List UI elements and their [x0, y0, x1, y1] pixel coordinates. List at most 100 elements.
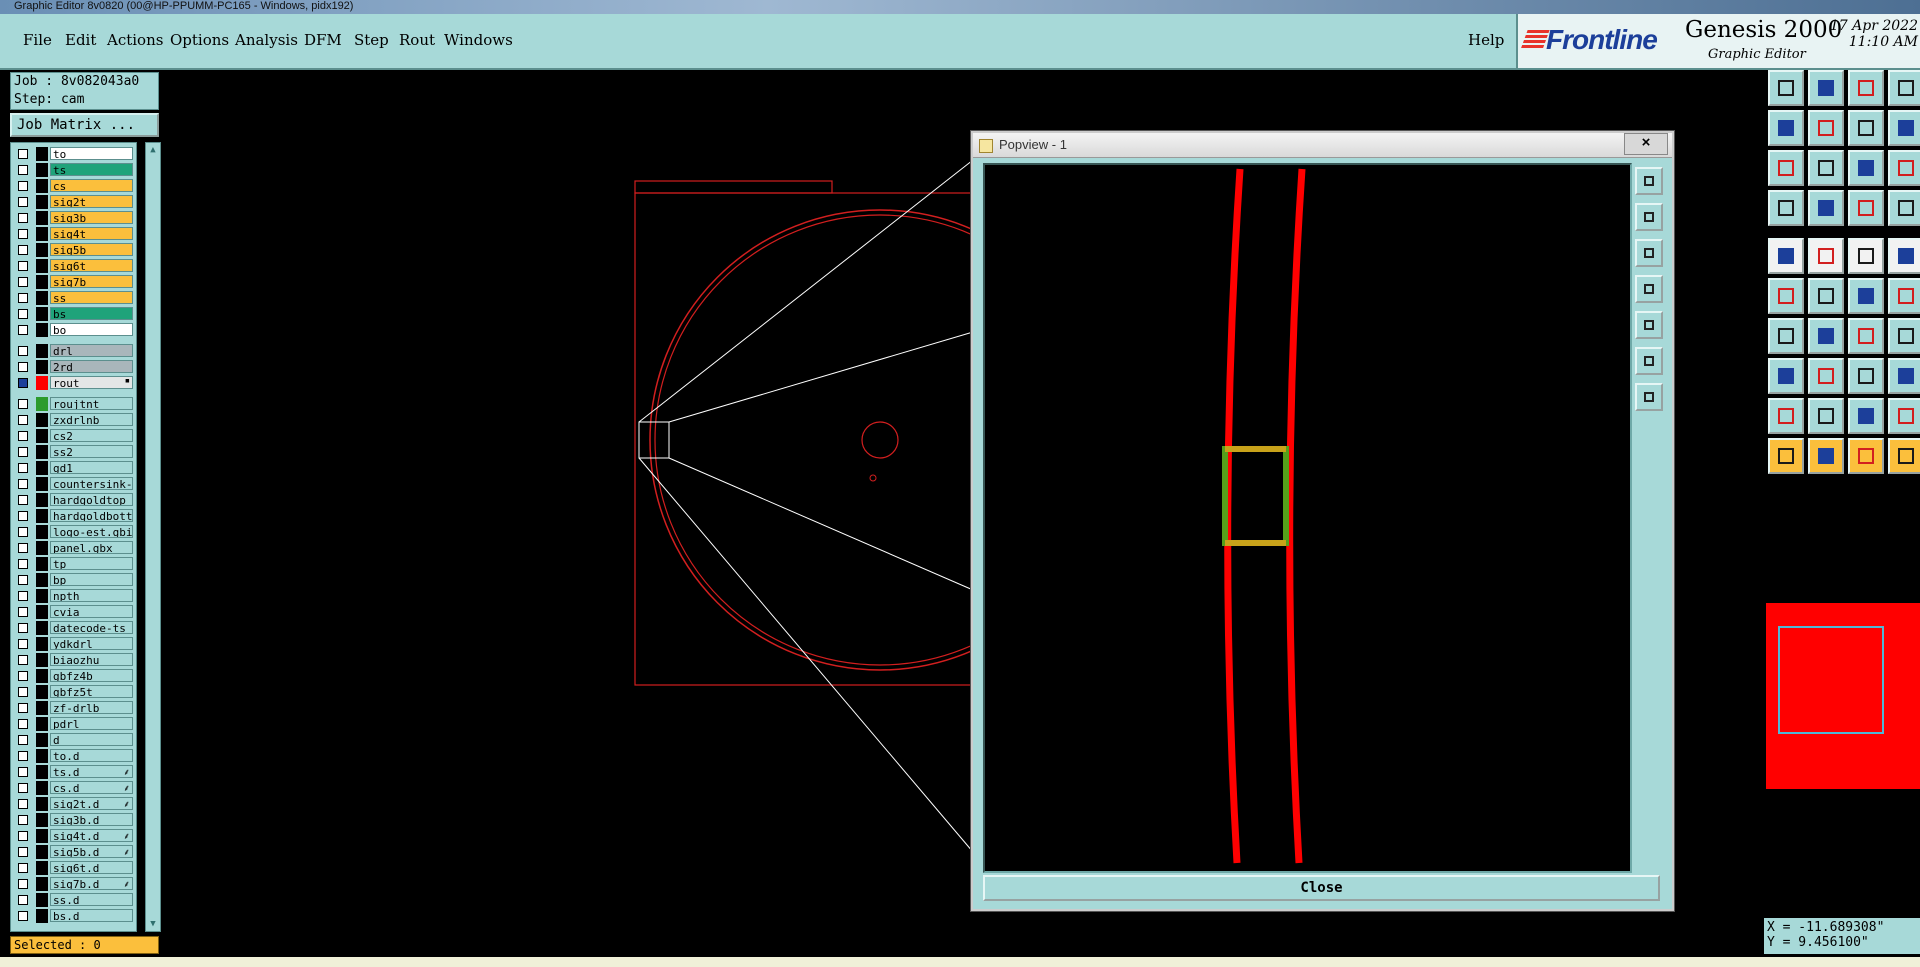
layer-color-swatch[interactable]	[36, 259, 48, 273]
layer-checkbox[interactable]	[18, 325, 28, 335]
zoom-box-tool-button[interactable]	[1808, 150, 1844, 186]
layer-color-swatch[interactable]	[36, 227, 48, 241]
layer-checkbox[interactable]	[18, 149, 28, 159]
layer-checkbox[interactable]	[18, 511, 28, 521]
layer-row[interactable]: npth	[14, 589, 134, 603]
layer-name[interactable]: npth	[50, 589, 133, 602]
layer-row[interactable]: sig6t	[14, 259, 134, 273]
layer-checkbox[interactable]	[18, 831, 28, 841]
line-tool-button[interactable]	[1848, 278, 1884, 314]
layer-name[interactable]: cs2	[50, 429, 133, 442]
route-tool-button[interactable]	[1888, 438, 1920, 474]
layer-name[interactable]: gbfz4b	[50, 669, 133, 682]
layer-row[interactable]: bo	[14, 323, 134, 337]
layer-checkbox[interactable]	[18, 346, 28, 356]
layer-color-swatch[interactable]	[36, 307, 48, 321]
layer-row[interactable]: cs.d ⸙	[14, 781, 134, 795]
popview-pan-left-button[interactable]	[1635, 275, 1663, 303]
layer-color-swatch[interactable]	[36, 845, 48, 859]
move-left-tool-button[interactable]	[1768, 110, 1804, 146]
layer-checkbox[interactable]	[18, 847, 28, 857]
layer-row[interactable]: sig5b	[14, 243, 134, 257]
open-tool-button[interactable]	[1768, 70, 1804, 106]
layer-checkbox[interactable]	[18, 463, 28, 473]
layer-color-swatch[interactable]	[36, 781, 48, 795]
layer-checkbox[interactable]	[18, 309, 28, 319]
layer-scrollbar[interactable]: ▲ ▼	[145, 142, 161, 932]
layer-row[interactable]: sig3b.d	[14, 813, 134, 827]
layer-name[interactable]: sig2t.d	[50, 797, 133, 810]
menu-actions[interactable]: Actions	[107, 31, 163, 49]
text-a-tool-button[interactable]	[1768, 398, 1804, 434]
layer-color-swatch[interactable]	[36, 323, 48, 337]
layer-name[interactable]: sig2t	[50, 195, 133, 208]
layer-checkbox[interactable]	[18, 783, 28, 793]
layer-checkbox[interactable]	[18, 543, 28, 553]
draw-line-tool-button[interactable]	[1768, 318, 1804, 354]
menu-step[interactable]: Step	[354, 31, 389, 49]
layer-color-swatch[interactable]	[36, 477, 48, 491]
overview-map[interactable]	[1766, 603, 1920, 789]
layer-checkbox[interactable]	[18, 815, 28, 825]
layer-checkbox[interactable]	[18, 378, 28, 388]
layer-name[interactable]: sig7b	[50, 275, 133, 288]
layer-color-swatch[interactable]	[36, 147, 48, 161]
layer-name[interactable]: bp	[50, 573, 133, 586]
color-tool-button[interactable]	[1808, 238, 1844, 274]
layer-color-swatch[interactable]	[36, 275, 48, 289]
layer-checkbox[interactable]	[18, 735, 28, 745]
pad-tool-button[interactable]	[1768, 238, 1804, 274]
pointer-alt-tool-button[interactable]	[1808, 438, 1844, 474]
layer-name[interactable]: roujtnt	[50, 397, 133, 410]
layer-color-swatch[interactable]	[36, 360, 48, 374]
layer-color-swatch[interactable]	[36, 211, 48, 225]
layer-name[interactable]: sig4t	[50, 227, 133, 240]
layer-name[interactable]: hardgoldtop	[50, 493, 133, 506]
layer-color-swatch[interactable]	[36, 717, 48, 731]
layer-row[interactable]: cs	[14, 179, 134, 193]
layer-checkbox[interactable]	[18, 879, 28, 889]
layer-checkbox[interactable]	[18, 181, 28, 191]
layer-checkbox[interactable]	[18, 165, 28, 175]
layer-name[interactable]: zxdrlnb	[50, 413, 133, 426]
layer-checkbox[interactable]	[18, 639, 28, 649]
layer-color-swatch[interactable]	[36, 669, 48, 683]
layer-row[interactable]: pdrl	[14, 717, 134, 731]
layer-color-swatch[interactable]	[36, 195, 48, 209]
layer-name[interactable]: biaozhu	[50, 653, 133, 666]
layer-name[interactable]: ss	[50, 291, 133, 304]
layer-row[interactable]: cvia	[14, 605, 134, 619]
layer-color-swatch[interactable]	[36, 621, 48, 635]
slash-tool-button[interactable]	[1808, 318, 1844, 354]
menu-options[interactable]: Options	[170, 31, 229, 49]
layer-checkbox[interactable]	[18, 415, 28, 425]
layer-name[interactable]: sig4t.d	[50, 829, 133, 842]
layer-name[interactable]: cs.d	[50, 781, 133, 794]
layer-color-swatch[interactable]	[36, 291, 48, 305]
layer-color-swatch[interactable]	[36, 525, 48, 539]
layer-name[interactable]: ts	[50, 163, 133, 176]
layer-row[interactable]: zxdrlnb	[14, 413, 134, 427]
layer-checkbox[interactable]	[18, 895, 28, 905]
layer-row[interactable]: ts.d ⸙	[14, 765, 134, 779]
layer-row[interactable]: roujtnt	[14, 397, 134, 411]
popview-fit-button[interactable]	[1635, 347, 1663, 375]
layer-row[interactable]: biaozhu	[14, 653, 134, 667]
layer-name[interactable]: sig3b.d	[50, 813, 133, 826]
text-a3-tool-button[interactable]	[1848, 398, 1884, 434]
measure-tool-button[interactable]	[1768, 190, 1804, 226]
layer-name[interactable]: drl	[50, 344, 133, 357]
layer-name[interactable]: bs.d	[50, 909, 133, 922]
layer-color-swatch[interactable]	[36, 493, 48, 507]
layer-color-swatch[interactable]	[36, 573, 48, 587]
layer-row[interactable]: gbfz5t	[14, 685, 134, 699]
layer-name[interactable]: ss.d	[50, 893, 133, 906]
layer-name[interactable]: hardgoldbott	[50, 509, 133, 522]
layer-color-swatch[interactable]	[36, 733, 48, 747]
popview-titlebar[interactable]: Popview - 1	[973, 133, 1672, 158]
layer-checkbox[interactable]	[18, 399, 28, 409]
layer-checkbox[interactable]	[18, 623, 28, 633]
layer-name[interactable]: ts.d	[50, 765, 133, 778]
layer-checkbox[interactable]	[18, 655, 28, 665]
layer-color-swatch[interactable]	[36, 429, 48, 443]
